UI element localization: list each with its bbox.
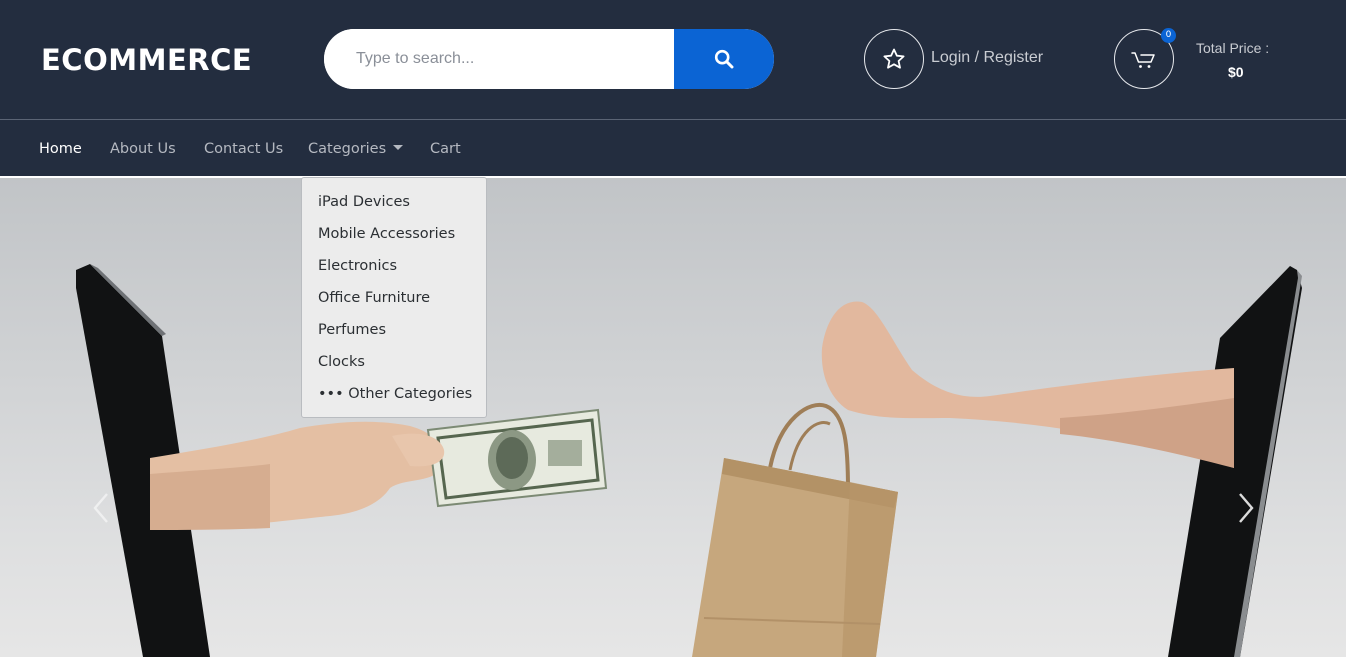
nav-categories[interactable]: Categories: [308, 139, 404, 159]
nav-cart[interactable]: Cart: [430, 139, 461, 159]
wishlist-button[interactable]: [864, 29, 924, 89]
star-icon: [883, 48, 905, 69]
login-register-link[interactable]: Login / Register: [931, 48, 1043, 68]
dropdown-item-mobile-accessories[interactable]: Mobile Accessories: [302, 222, 486, 254]
dropdown-item-office-furniture[interactable]: Office Furniture: [302, 286, 486, 318]
dropdown-item-clocks[interactable]: Clocks: [302, 350, 486, 382]
site-logo[interactable]: ECOMMERCE: [41, 40, 252, 80]
carousel-next-button[interactable]: [1236, 490, 1256, 526]
total-price-label: Total Price :: [1196, 40, 1270, 56]
search-icon: [714, 49, 734, 69]
nav-contact-us[interactable]: Contact Us: [204, 139, 283, 159]
total-price-value: $0: [1228, 64, 1244, 80]
dropdown-item-perfumes[interactable]: Perfumes: [302, 318, 486, 350]
categories-dropdown-menu: iPad Devices Mobile Accessories Electron…: [301, 177, 487, 418]
dropdown-item-electronics[interactable]: Electronics: [302, 254, 486, 286]
search-form: [324, 29, 774, 89]
cart-icon: [1131, 52, 1155, 68]
carousel-prev-button[interactable]: [91, 490, 111, 526]
search-button[interactable]: [674, 29, 774, 89]
hero-carousel: [0, 178, 1346, 657]
dropdown-item-ipad-devices[interactable]: iPad Devices: [302, 190, 486, 222]
caret-down-icon: [393, 145, 404, 150]
site-header: ECOMMERCE Login / Register 0 Total Price…: [0, 0, 1346, 119]
cart-count-badge: 0: [1161, 28, 1176, 43]
nav-home[interactable]: Home: [39, 139, 82, 159]
nav-about-us[interactable]: About Us: [110, 139, 176, 159]
hero-banner-image: [76, 264, 1302, 657]
nav-categories-label: Categories: [308, 141, 387, 157]
main-nav: Home About Us Contact Us Categories Cart: [0, 119, 1346, 176]
search-input[interactable]: [324, 29, 674, 89]
chevron-left-icon: [93, 493, 108, 523]
dropdown-item-other-categories[interactable]: ••• Other Categories: [302, 382, 486, 414]
chevron-right-icon: [1239, 493, 1254, 523]
